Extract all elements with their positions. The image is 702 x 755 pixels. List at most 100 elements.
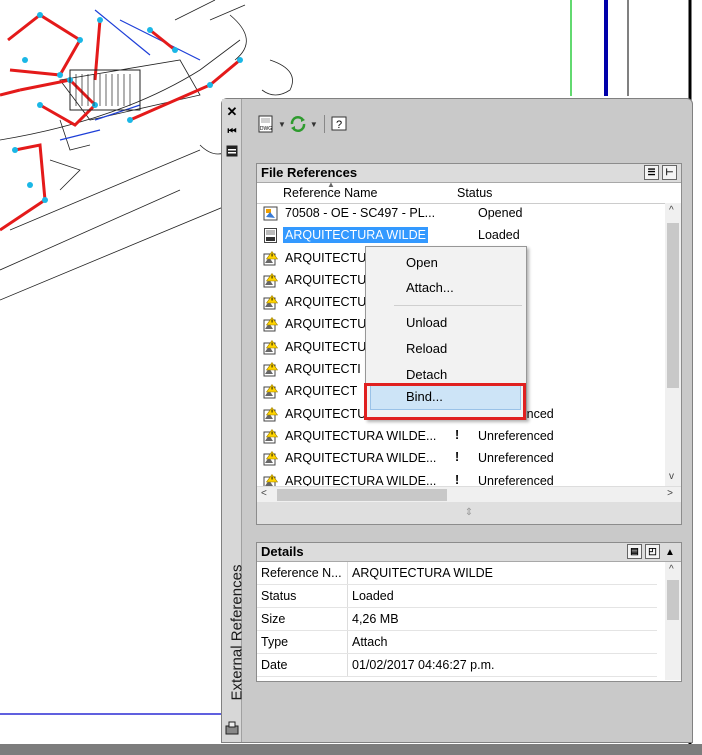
reference-status: Unreferenced: [478, 428, 554, 443]
details-value[interactable]: 4,26 MB: [347, 608, 658, 630]
auto-hide-icon[interactable]: ⏮: [225, 125, 239, 139]
reference-name: ARQUITECTU: [285, 339, 367, 354]
reference-name: ARQUITECTU: [285, 272, 367, 287]
scroll-down-icon[interactable]: v: [669, 471, 674, 482]
palette-body: DWG ▼ ▼ ? File References ☰ ⊢ Reference …: [248, 99, 684, 742]
status-bar: [0, 744, 702, 755]
details-key: Reference N...: [261, 566, 342, 580]
column-status[interactable]: Status: [457, 186, 492, 200]
file-references-header: File References ☰ ⊢: [257, 164, 681, 183]
attach-dropdown-arrow[interactable]: ▼: [278, 120, 286, 129]
scroll-up-icon[interactable]: ^: [669, 205, 674, 216]
toolbar-separator: [323, 115, 325, 133]
palette-title-bar[interactable]: ✕ ⏮ External References: [222, 99, 246, 742]
details-vscroll[interactable]: ^: [665, 562, 681, 680]
details-vscroll-thumb[interactable]: [667, 580, 679, 620]
details-key: Size: [261, 612, 286, 626]
details-key: Status: [261, 589, 297, 603]
details-value[interactable]: Loaded: [347, 585, 658, 607]
table-row[interactable]: ARQUITECTURA WILDE...! Unreferenced: [257, 471, 665, 487]
details-value[interactable]: 01/02/2017 04:46:27 p.m.: [347, 654, 658, 676]
details-scroll-up-icon[interactable]: ^: [669, 564, 674, 575]
reference-name: ARQUITECTU: [285, 250, 367, 265]
menu-item-unload[interactable]: Unload: [406, 315, 447, 330]
refresh-dropdown-arrow[interactable]: ▼: [310, 120, 318, 129]
list-view-icon[interactable]: ☰: [644, 165, 659, 180]
details-panel: Details ▤ ◰ ▲ Reference N... ARQUITECTURA…: [256, 542, 682, 682]
tree-view-icon[interactable]: ⊢: [662, 165, 677, 180]
help-button[interactable]: ?: [329, 113, 349, 135]
panel-splitter[interactable]: ⇕: [257, 502, 681, 524]
warning-ref-icon: [263, 451, 279, 466]
table-row[interactable]: ARQUITECTURA WILDE Loaded: [257, 225, 665, 247]
scroll-left-icon[interactable]: <: [261, 488, 267, 499]
menu-item-detach[interactable]: Detach: [406, 367, 447, 382]
warning-ref-icon: [263, 317, 279, 332]
warning-ref-icon: [263, 473, 279, 487]
details-view-icon[interactable]: ▤: [627, 544, 642, 559]
warning-ref-icon: [263, 250, 279, 266]
reference-status: Unreferenced: [478, 473, 554, 487]
details-header: Details ▤ ◰ ▲: [257, 543, 681, 562]
not-found-marker: !: [455, 472, 460, 487]
details-row: Reference N... ARQUITECTURA WILDE: [257, 562, 657, 585]
reference-name: ARQUITECTU: [285, 295, 367, 310]
dwg-ref-icon: [263, 228, 278, 244]
reference-name: ARQUITECTURA WILDE...: [285, 451, 437, 466]
menu-item-reload[interactable]: Reload: [406, 341, 447, 356]
details-list: Reference N... ARQUITECTURA WILDE Status Lo…: [257, 562, 681, 677]
reference-status: Loaded: [478, 228, 520, 243]
details-title: Details: [261, 544, 304, 559]
details-value[interactable]: ARQUITECTURA WILDE: [347, 562, 658, 584]
details-key: Type: [261, 635, 289, 649]
reference-name: ARQUITECT: [285, 384, 358, 399]
collapse-icon[interactable]: ▲: [663, 544, 677, 562]
details-key: Date: [261, 658, 288, 672]
help-icon-text: ?: [336, 119, 342, 131]
warning-ref-icon: [263, 406, 279, 422]
warning-ref-icon: [263, 362, 279, 377]
details-row: Type Attach: [257, 631, 657, 654]
reference-name: 70508 - OE - SC497 - PL...: [285, 206, 436, 220]
file-references-hscroll[interactable]: < >: [257, 486, 681, 503]
not-found-marker: !: [455, 427, 460, 442]
reference-status: Opened: [478, 206, 523, 220]
sort-ascending-icon: ▲: [327, 180, 335, 189]
hscroll-thumb[interactable]: [277, 489, 447, 501]
refresh-button[interactable]: [288, 113, 308, 135]
external-references-palette: ✕ ⏮ External References DWG ▼ ▼ ? File R…: [221, 98, 693, 743]
details-row: Size 4,26 MB: [257, 608, 657, 631]
preview-view-icon[interactable]: ◰: [645, 544, 660, 559]
warning-ref-icon: [263, 295, 279, 310]
warning-ref-icon: [263, 384, 279, 399]
properties-icon[interactable]: [225, 145, 239, 159]
menu-separator: [394, 305, 522, 306]
menu-item-open[interactable]: Open: [406, 255, 438, 270]
palette-menu-icon[interactable]: [225, 721, 239, 735]
file-references-title: File References: [261, 165, 358, 180]
table-row[interactable]: ARQUITECTURA WILDE...! Unreferenced: [257, 426, 665, 448]
details-value[interactable]: Attach: [347, 631, 658, 653]
table-row[interactable]: ARQUITECTURA WILDE...! Unreferenced: [257, 448, 665, 470]
reference-status: Unreferenced: [478, 451, 554, 466]
reference-name: ARQUITECTU: [285, 317, 367, 332]
table-row[interactable]: 70508 - OE - SC497 - PL... Opened: [257, 203, 665, 225]
warning-ref-icon: [263, 272, 279, 288]
vscroll-thumb[interactable]: [667, 223, 679, 388]
dwg-host-icon: [263, 206, 278, 221]
not-found-marker: !: [455, 450, 460, 465]
reference-name: ARQUITECTURA WILDE: [283, 227, 428, 244]
reference-name: ARQUITECTURA WILDE...: [285, 473, 437, 487]
reference-name: ARQUITECTI: [285, 362, 361, 377]
file-references-vscroll[interactable]: ^ v: [665, 203, 681, 487]
warning-ref-icon: [263, 428, 279, 444]
details-row: Status Loaded: [257, 585, 657, 608]
scroll-right-icon[interactable]: >: [667, 488, 673, 499]
menu-item-attach[interactable]: Attach...: [406, 280, 454, 295]
bind-highlight-box: [364, 383, 526, 420]
warning-ref-icon: [263, 339, 279, 355]
attach-dwg-button[interactable]: DWG: [256, 113, 276, 135]
reference-name: ARQUITECTURA WILDE...: [285, 428, 437, 443]
toolbar: DWG ▼ ▼ ?: [256, 113, 349, 135]
close-icon[interactable]: ✕: [225, 105, 239, 119]
